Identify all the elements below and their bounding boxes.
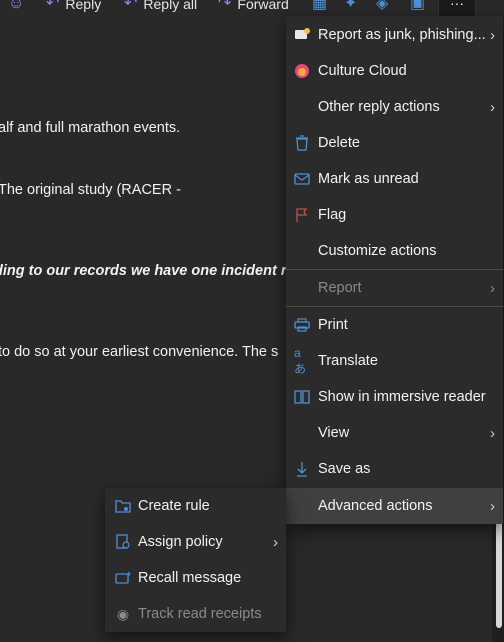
forward-button[interactable]: ↷ Forward	[218, 0, 289, 16]
menu-item-label: Show in immersive reader	[318, 389, 486, 405]
policy-icon	[115, 534, 131, 550]
menu-item-label: Translate	[318, 353, 378, 369]
submenu-item-label: Create rule	[138, 498, 210, 514]
email-line-3: ding to our records we have one incident…	[0, 263, 287, 279]
apps-icon: ▣	[410, 0, 426, 12]
menu-item-label: Mark as unread	[318, 171, 419, 187]
create-rule-icon	[115, 498, 131, 514]
chevron-right-icon: ›	[490, 26, 495, 44]
reply-label: Reply	[65, 0, 102, 12]
email-line-4: to do so at your earliest convenience. T…	[0, 344, 279, 360]
emoji-button[interactable]: ☺	[8, 0, 24, 16]
reply-all-button[interactable]: ↶ Reply all	[124, 0, 197, 16]
menu-item-label: Delete	[318, 135, 360, 151]
menu-item-immersive-reader[interactable]: Show in immersive reader	[286, 379, 503, 415]
menu-item-label: Other reply actions	[318, 99, 440, 115]
menu-item-report-junk[interactable]: Report as junk, phishing... ›	[286, 17, 503, 53]
email-line-2: The original study (RACER -	[0, 182, 181, 198]
menu-item-report[interactable]: Report ›	[286, 270, 503, 306]
forward-label: Forward	[237, 0, 289, 12]
submenu-item-track-read-receipts[interactable]: ◉ Track read receipts	[105, 596, 286, 632]
toolbar-app-button-1[interactable]: ▦	[312, 0, 327, 16]
immersive-reader-icon	[294, 389, 310, 405]
menu-item-label: View	[318, 425, 350, 441]
download-icon	[294, 461, 310, 477]
chevron-right-icon: ›	[490, 497, 495, 515]
menu-item-label: Advanced actions	[318, 498, 433, 514]
chevron-right-icon: ›	[490, 424, 495, 442]
menu-item-label: Culture Cloud	[318, 63, 407, 79]
submenu-item-assign-policy[interactable]: Assign policy ›	[105, 524, 286, 560]
menu-item-label: Report as junk, phishing...	[318, 27, 486, 43]
menu-item-flag[interactable]: Flag	[286, 197, 503, 233]
submenu-item-label: Assign policy	[138, 534, 223, 550]
menu-item-culture-cloud[interactable]: Culture Cloud	[286, 53, 503, 89]
menu-item-label: Save as	[318, 461, 371, 477]
envelope-icon	[294, 171, 310, 187]
more-actions-button[interactable]: ···	[438, 0, 476, 16]
recall-icon	[115, 570, 131, 586]
tag-icon: ◈	[376, 0, 389, 12]
menu-item-customize-actions[interactable]: Customize actions	[286, 233, 503, 269]
calendar-icon: ▦	[312, 0, 328, 12]
reply-all-label: Reply all	[143, 0, 198, 12]
chevron-right-icon: ›	[490, 279, 495, 297]
menu-item-advanced-actions[interactable]: Advanced actions ›	[286, 488, 503, 524]
chevron-right-icon: ›	[273, 533, 278, 551]
toolbar: ☺ ↶ Reply ↶ Reply all ↷ Forward ▦ ✦ ◈ ▣ …	[0, 0, 504, 16]
forward-icon: ↷	[218, 0, 232, 12]
menu-item-mark-unread[interactable]: Mark as unread	[286, 161, 503, 197]
reply-icon: ↶	[46, 0, 60, 12]
culture-cloud-icon	[294, 63, 310, 79]
pin-icon: ✦	[344, 0, 358, 12]
trash-icon	[294, 135, 310, 151]
submenu-item-recall-message[interactable]: Recall message	[105, 560, 286, 596]
menu-item-label: Print	[318, 317, 348, 333]
menu-item-print[interactable]: Print	[286, 307, 503, 343]
menu-item-label: Flag	[318, 207, 347, 223]
reply-button[interactable]: ↶ Reply	[46, 0, 101, 16]
toolbar-app-button-3[interactable]: ◈	[376, 0, 388, 16]
email-line-1: alf and full marathon events.	[0, 120, 181, 136]
submenu-item-label: Recall message	[138, 570, 242, 586]
toolbar-app-button-2[interactable]: ✦	[344, 0, 357, 16]
submenu-item-create-rule[interactable]: Create rule	[105, 488, 286, 524]
print-icon	[294, 317, 310, 333]
report-icon	[294, 27, 310, 43]
chevron-right-icon: ›	[490, 98, 495, 116]
translate-icon: aあ	[294, 345, 307, 376]
read-receipt-icon: ◉	[116, 605, 130, 622]
more-icon: ···	[450, 0, 464, 11]
menu-item-save-as[interactable]: Save as	[286, 451, 503, 487]
submenu-item-label: Track read receipts	[138, 606, 262, 622]
menu-item-delete[interactable]: Delete	[286, 125, 503, 161]
advanced-actions-submenu: Create rule Assign policy › Recall messa…	[105, 488, 286, 632]
menu-item-label: Report	[318, 280, 362, 296]
smiley-icon: ☺	[8, 0, 25, 12]
menu-item-other-reply-actions[interactable]: Other reply actions ›	[286, 89, 503, 125]
menu-item-view[interactable]: View ›	[286, 415, 503, 451]
menu-item-label: Customize actions	[318, 243, 437, 259]
flag-icon	[294, 207, 310, 223]
more-actions-menu: Report as junk, phishing... › Culture Cl…	[286, 16, 503, 524]
menu-item-translate[interactable]: aあ Translate	[286, 343, 503, 379]
toolbar-app-button-4[interactable]: ▣	[410, 0, 425, 16]
reply-all-icon: ↶	[124, 0, 138, 12]
